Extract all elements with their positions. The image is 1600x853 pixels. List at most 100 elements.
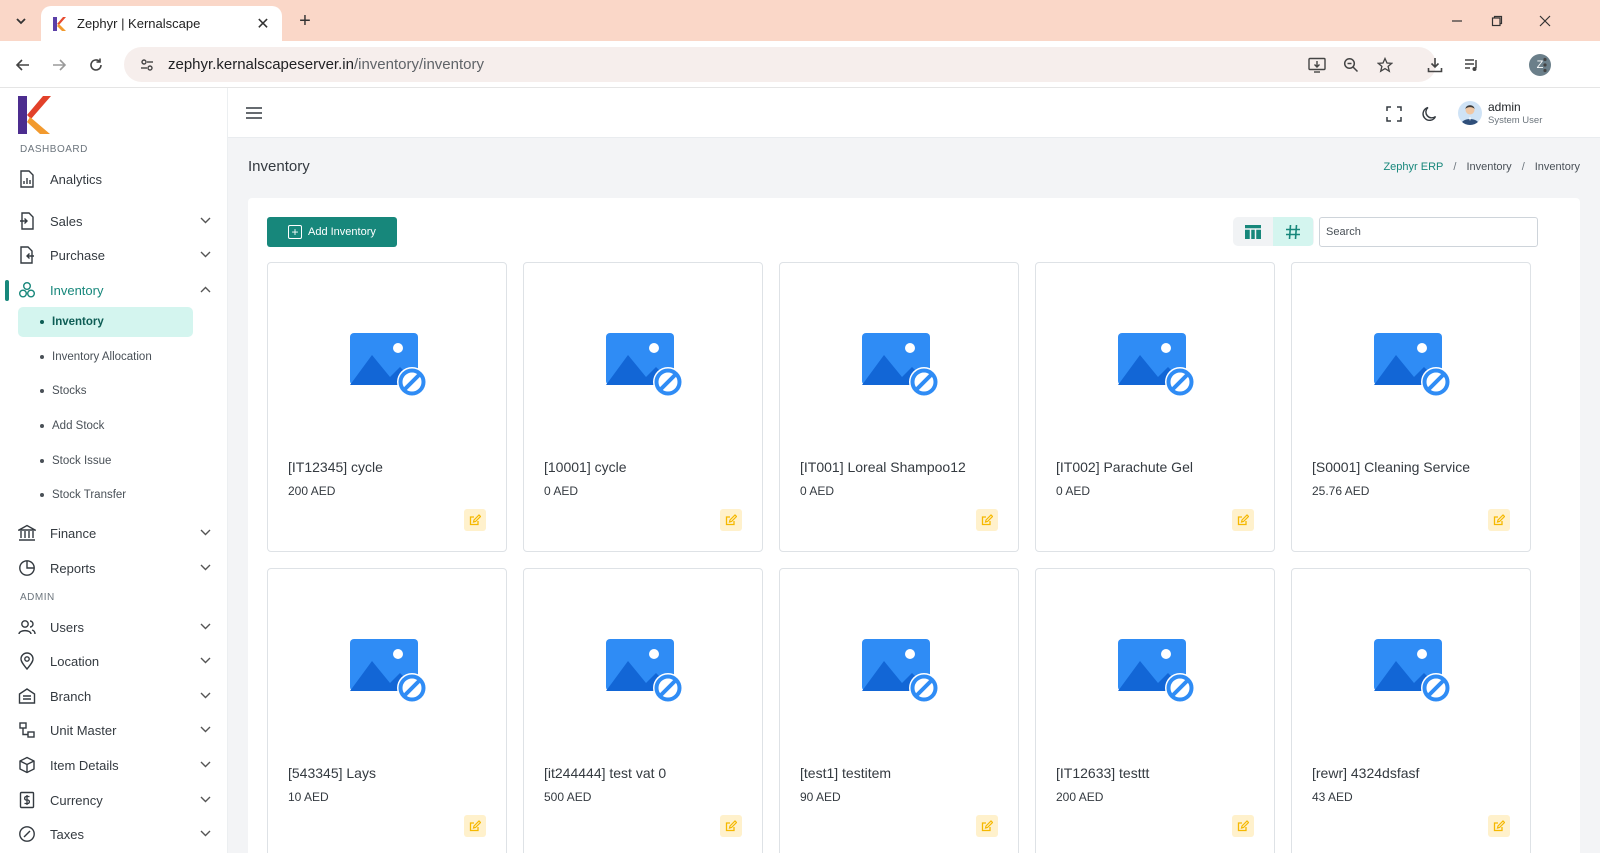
edit-pencil-icon xyxy=(1493,514,1505,526)
pie-chart-icon xyxy=(18,559,36,577)
chevron-down-icon xyxy=(200,828,214,840)
sidebar-item-reports[interactable]: Reports xyxy=(0,553,227,583)
inventory-card[interactable]: [IT12345] cycle 200 AED xyxy=(267,262,507,552)
inventory-card[interactable]: [10001] cycle 0 AED xyxy=(523,262,763,552)
image-unavailable-icon xyxy=(1118,333,1195,397)
install-app-icon[interactable] xyxy=(1306,55,1328,75)
inventory-card[interactable]: [IT002] Parachute Gel 0 AED xyxy=(1035,262,1275,552)
edit-item-button[interactable] xyxy=(720,509,742,531)
edit-pencil-icon xyxy=(469,514,481,526)
package-icon xyxy=(18,756,36,774)
sidebar-item-sales[interactable]: Sales xyxy=(0,206,227,236)
app-header: admin System User xyxy=(228,88,1600,138)
sidebar-subitem-add-stock[interactable]: Add Stock xyxy=(18,411,193,441)
add-inventory-button[interactable]: + Add Inventory xyxy=(267,217,397,247)
purchase-document-icon xyxy=(18,246,36,264)
edit-item-button[interactable] xyxy=(1232,815,1254,837)
chevron-down-icon xyxy=(200,562,214,574)
sidebar-subitem-stock-issue[interactable]: Stock Issue xyxy=(18,446,193,476)
tab-search-chevron-icon[interactable] xyxy=(8,8,34,34)
chevron-down-icon xyxy=(200,724,214,736)
inventory-card[interactable]: [it244444] test vat 0 500 AED xyxy=(523,568,763,853)
media-control-icon[interactable] xyxy=(1460,53,1484,77)
edit-item-button[interactable] xyxy=(464,509,486,531)
minimize-icon[interactable] xyxy=(1442,8,1472,34)
user-avatar[interactable] xyxy=(1458,101,1482,125)
edit-pencil-icon xyxy=(725,514,737,526)
kernalscape-logo xyxy=(18,96,51,134)
inventory-card[interactable]: [IT001] Loreal Shampoo12 0 AED xyxy=(779,262,1019,552)
sidebar-item-unit-master[interactable]: Unit Master xyxy=(0,715,227,745)
forward-icon[interactable] xyxy=(45,51,73,79)
reload-icon[interactable] xyxy=(82,51,110,79)
edit-item-button[interactable] xyxy=(464,815,486,837)
item-name: [test1] testitem xyxy=(800,765,892,781)
chevron-down-icon xyxy=(200,759,214,771)
sidebar-item-inventory[interactable]: Inventory xyxy=(0,275,227,305)
sidebar-subitem-inventory-allocation[interactable]: Inventory Allocation xyxy=(18,342,193,372)
user-name[interactable]: admin xyxy=(1488,100,1521,114)
sidebar-item-label: Finance xyxy=(50,525,97,541)
edit-item-button[interactable] xyxy=(976,509,998,531)
new-tab-icon[interactable]: + xyxy=(292,8,318,34)
url-input[interactable]: zephyr.kernalscapeserver.in/inventory/in… xyxy=(124,47,1436,82)
sidebar-item-item-details[interactable]: Item Details xyxy=(0,750,227,780)
add-inventory-label: Add Inventory xyxy=(308,226,376,238)
bookmark-star-icon[interactable] xyxy=(1374,55,1396,75)
edit-item-button[interactable] xyxy=(976,815,998,837)
url-domain: zephyr.kernalscapeserver.in xyxy=(168,56,354,73)
close-window-icon[interactable] xyxy=(1530,8,1560,34)
dark-mode-moon-icon[interactable] xyxy=(1420,104,1440,124)
sidebar-item-label: Inventory xyxy=(50,282,104,298)
edit-pencil-icon xyxy=(725,820,737,832)
sidebar-item-label: Reports xyxy=(50,560,96,576)
sidebar-subitem-inventory[interactable]: Inventory xyxy=(18,307,193,337)
chevron-down-icon xyxy=(200,794,214,806)
breadcrumb-item[interactable]: Inventory xyxy=(1466,161,1511,173)
tab-close-icon[interactable]: ✕ xyxy=(254,14,272,34)
restore-icon[interactable] xyxy=(1482,8,1512,34)
sidebar-item-branch[interactable]: Branch xyxy=(0,681,227,711)
edit-item-button[interactable] xyxy=(720,815,742,837)
grid-view-button[interactable] xyxy=(1273,217,1313,246)
back-icon[interactable] xyxy=(9,51,37,79)
sidebar-item-finance[interactable]: Finance xyxy=(0,518,227,548)
sidebar-item-taxes[interactable]: Taxes xyxy=(0,819,227,849)
sidebar-item-users[interactable]: Users xyxy=(0,612,227,642)
inventory-card[interactable]: [543345] Lays 10 AED xyxy=(267,568,507,853)
site-info-icon[interactable] xyxy=(138,56,156,74)
download-icon[interactable] xyxy=(1423,53,1447,77)
table-view-button[interactable] xyxy=(1233,217,1273,246)
sidebar-item-location[interactable]: Location xyxy=(0,646,227,676)
chevron-down-icon xyxy=(200,527,214,539)
browser-tab[interactable]: Zephyr | Kernalscape ✕ xyxy=(41,6,282,41)
zoom-icon[interactable] xyxy=(1340,55,1362,75)
hamburger-menu-icon[interactable] xyxy=(245,104,263,122)
search-input[interactable] xyxy=(1319,217,1538,247)
sidebar-item-analytics[interactable]: Analytics xyxy=(0,164,227,194)
user-role: System User xyxy=(1488,115,1543,126)
edit-item-button[interactable] xyxy=(1488,509,1510,531)
edit-pencil-icon xyxy=(1493,820,1505,832)
inventory-card[interactable]: [test1] testitem 90 AED xyxy=(779,568,1019,853)
edit-item-button[interactable] xyxy=(1488,815,1510,837)
item-name: [IT002] Parachute Gel xyxy=(1056,459,1193,475)
edit-item-button[interactable] xyxy=(1232,509,1254,531)
sidebar-item-label: Location xyxy=(50,653,100,669)
sidebar-subitem-stock-transfer[interactable]: Stock Transfer xyxy=(18,480,193,510)
sidebar-subitem-stocks[interactable]: Stocks xyxy=(18,376,193,406)
inventory-card[interactable]: [rewr] 4324dsfasf 43 AED xyxy=(1291,568,1531,853)
breadcrumb-separator: / xyxy=(1453,161,1457,173)
inventory-card[interactable]: [IT12633] testtt 200 AED xyxy=(1035,568,1275,853)
sidebar-item-currency[interactable]: Currency xyxy=(0,785,227,815)
breadcrumb-link-home[interactable]: Zephyr ERP xyxy=(1383,161,1443,173)
inventory-card[interactable]: [S0001] Cleaning Service 25.76 AED xyxy=(1291,262,1531,552)
browser-menu-icon[interactable] xyxy=(1533,53,1557,77)
sidebar-item-purchase[interactable]: Purchase xyxy=(0,240,227,270)
fullscreen-icon[interactable] xyxy=(1384,104,1404,124)
item-name: [IT001] Loreal Shampoo12 xyxy=(800,459,966,475)
item-name: [it244444] test vat 0 xyxy=(544,765,667,781)
edit-pencil-icon xyxy=(981,514,993,526)
sidebar-item-label: Sales xyxy=(50,213,83,229)
sidebar-item-label: Currency xyxy=(50,792,103,808)
